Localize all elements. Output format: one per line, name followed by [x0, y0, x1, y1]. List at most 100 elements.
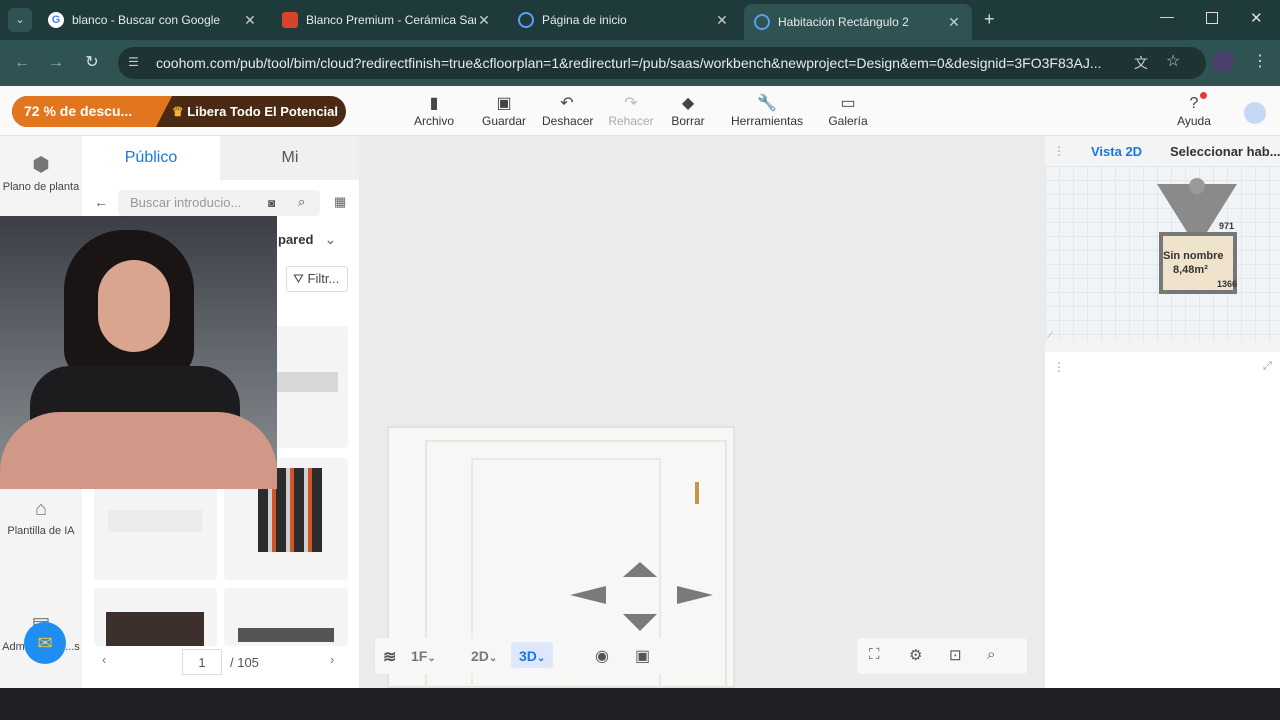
herramientas-button[interactable]: 🔧 Herramientas: [730, 94, 804, 128]
pan-up-arrow-icon[interactable]: [623, 562, 657, 577]
prev-page-icon[interactable]: ‹: [102, 652, 106, 667]
browser-tab-ceramica[interactable]: Blanco Premium - Cerámica San Lo ✕: [272, 6, 502, 34]
filter-icon: ⛛: [293, 271, 304, 286]
mode-3d-label: 3D: [519, 648, 537, 664]
camera-reset-icon[interactable]: ⛶: [869, 646, 880, 663]
back-arrow-icon[interactable]: ←: [94, 194, 108, 210]
product-card[interactable]: [224, 588, 348, 646]
page-input[interactable]: 1: [182, 649, 222, 675]
reload-icon[interactable]: ↻: [78, 50, 106, 76]
rehacer-label: Rehacer: [608, 114, 654, 128]
eye-icon[interactable]: ◉: [595, 646, 609, 666]
cube-icon[interactable]: ▣: [635, 646, 650, 666]
close-window-icon[interactable]: ✕: [1250, 9, 1263, 27]
galeria-button[interactable]: ▭ Galería: [828, 94, 868, 128]
pan-down-arrow-icon[interactable]: [623, 614, 657, 631]
design-canvas[interactable]: ≋ 1F⌄ 2D⌄ 3D⌄ ◉ ▣ ⛶ ⚙ ⊡ ⌕: [359, 136, 1045, 690]
coohom-favicon-icon: [518, 12, 534, 28]
page-total: / 105: [230, 655, 259, 670]
grid-view-icon[interactable]: ▦: [334, 194, 346, 210]
product-thumbnail: [108, 510, 202, 532]
borrar-button[interactable]: ◆ Borrar: [670, 94, 706, 128]
drag-handle-icon[interactable]: ⋮: [1053, 360, 1065, 374]
guardar-button[interactable]: ▣ Guardar: [482, 94, 526, 128]
tab-vista-2d[interactable]: Vista 2D: [1091, 144, 1142, 159]
notification-dot-icon: [1200, 92, 1207, 99]
camera-search-icon[interactable]: ◙: [268, 196, 275, 210]
rail-plantilla-ia[interactable]: ⌂ Plantilla de IA: [0, 498, 82, 537]
tab-publico[interactable]: Público: [82, 136, 220, 180]
archivo-label: Archivo: [414, 114, 455, 128]
archivo-button[interactable]: ▮ Archivo: [414, 94, 454, 128]
tab-title: blanco - Buscar con Google: [72, 13, 221, 27]
catalog-search-input[interactable]: Buscar introducio...: [118, 190, 320, 216]
product-thumbnail: [106, 612, 204, 646]
ayuda-label: Ayuda: [1177, 114, 1211, 128]
drag-handle-icon[interactable]: ⋮: [1053, 144, 1065, 158]
close-tab-icon[interactable]: ✕: [714, 12, 730, 29]
save-icon: ▣: [496, 95, 512, 112]
ayuda-button[interactable]: ? Ayuda: [1176, 94, 1212, 128]
door-handle: [695, 482, 699, 504]
rail-label: Plantilla de IA: [7, 525, 75, 537]
resize-handle-icon[interactable]: ⟋: [1047, 330, 1053, 341]
tab-seleccionar-habitacion[interactable]: Seleccionar hab...: [1170, 144, 1280, 159]
forward-icon[interactable]: →: [42, 50, 70, 76]
bookmark-star-icon[interactable]: ☆: [1166, 51, 1180, 71]
room-area: 8,48m²: [1173, 264, 1208, 276]
promo-discount: 72 % de descu...: [12, 96, 172, 127]
minimize-window-icon[interactable]: —: [1160, 8, 1174, 24]
floor-selector[interactable]: 1F⌄: [411, 648, 436, 664]
fit-view-icon[interactable]: ⊡: [949, 646, 962, 664]
browser-menu-icon[interactable]: ⋮: [1252, 51, 1268, 71]
tab-title: Página de inicio: [542, 13, 627, 27]
category-dropdown[interactable]: pared ⌄: [278, 232, 336, 248]
translate-icon[interactable]: 文: [1134, 53, 1148, 73]
user-avatar[interactable]: [1244, 102, 1266, 124]
zoom-icon[interactable]: ⌕: [987, 646, 995, 663]
expand-icon[interactable]: ⤢: [1263, 360, 1272, 373]
mode-3d-button[interactable]: 3D⌄: [511, 642, 554, 668]
tab-search-button[interactable]: ⌄: [8, 8, 32, 32]
right-panel: ⋮ Vista 2D Seleccionar hab... Sin nombre…: [1045, 136, 1280, 688]
camera-position-icon[interactable]: [1189, 178, 1205, 194]
person-knees: [0, 412, 277, 489]
back-icon[interactable]: ←: [8, 50, 36, 76]
herramientas-label: Herramientas: [730, 114, 804, 128]
dimension-right: 1366: [1217, 279, 1238, 289]
site-settings-icon[interactable]: ☰: [128, 55, 144, 71]
rehacer-button[interactable]: ↷ Rehacer: [608, 94, 654, 128]
deshacer-button[interactable]: ↶ Deshacer: [542, 94, 593, 128]
close-tab-icon[interactable]: ✕: [476, 12, 492, 29]
promo-cta-label: Libera Todo El Potencial: [187, 104, 339, 119]
crown-icon: ♛: [172, 104, 184, 119]
camera-settings-icon[interactable]: ⚙: [909, 646, 922, 664]
layers-icon[interactable]: ≋: [383, 647, 396, 667]
mode-2d-button[interactable]: 2D⌄: [471, 648, 497, 664]
next-page-icon[interactable]: ›: [330, 652, 334, 667]
close-tab-icon[interactable]: ✕: [946, 14, 962, 31]
tab-mi[interactable]: Mi: [221, 136, 359, 180]
eraser-icon: ◆: [681, 95, 695, 112]
promo-banner[interactable]: 72 % de descu... ♛ Libera Todo El Potenc…: [12, 96, 346, 127]
pan-left-arrow-icon[interactable]: [570, 586, 606, 604]
restore-window-icon[interactable]: [1206, 12, 1218, 24]
filter-button[interactable]: ⛛ Filtr...: [286, 266, 348, 292]
browser-tab-habitacion[interactable]: Habitación Rectángulo 2 ✕: [744, 4, 972, 40]
rail-plano-de-planta[interactable]: ⬢ Plano de planta: [0, 152, 82, 193]
coohom-favicon-icon: [754, 14, 770, 30]
search-icon[interactable]: ⌕: [298, 194, 305, 210]
guardar-label: Guardar: [482, 114, 527, 128]
pan-right-arrow-icon[interactable]: [677, 586, 713, 604]
category-label: pared: [278, 232, 314, 247]
new-tab-button[interactable]: +: [984, 9, 995, 30]
chat-support-button[interactable]: ✉: [24, 622, 66, 664]
minimap-2d[interactable]: Sin nombre 8,48m² 971 1366: [1045, 166, 1280, 342]
browser-tab-google[interactable]: G blanco - Buscar con Google ✕: [38, 6, 268, 34]
close-tab-icon[interactable]: ✕: [242, 12, 258, 29]
product-card[interactable]: [94, 588, 217, 646]
browser-tab-inicio[interactable]: Página de inicio ✕: [508, 6, 740, 34]
profile-avatar-icon[interactable]: [1212, 51, 1234, 73]
app-toolbar: 72 % de descu... ♛ Libera Todo El Potenc…: [0, 86, 1280, 136]
address-bar[interactable]: coohom.com/pub/tool/bim/cloud?redirectfi…: [118, 47, 1206, 79]
